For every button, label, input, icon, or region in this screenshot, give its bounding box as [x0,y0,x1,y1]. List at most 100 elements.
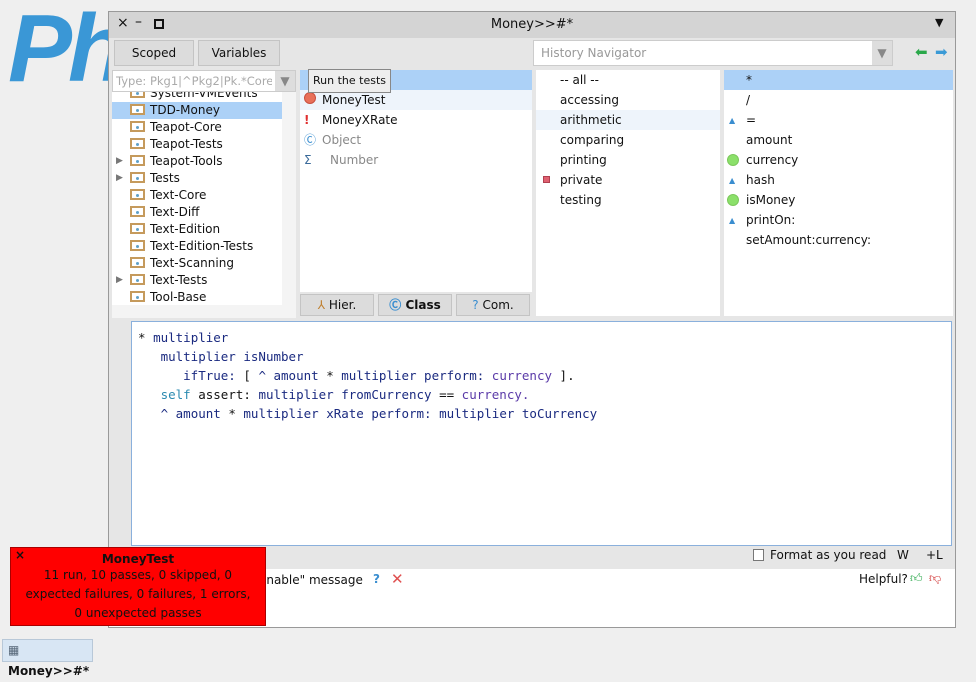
dismiss-icon[interactable]: ✕ [391,570,404,588]
package-item[interactable]: Text-Diff [112,204,282,221]
code-editor[interactable]: * multiplier multiplier isNumber ifTrue:… [131,321,952,546]
package-item[interactable]: ▶ Text-Tests [112,272,282,289]
package-icon [130,138,145,149]
method-item[interactable]: amount [724,130,953,150]
method-item[interactable]: * [724,70,953,90]
test-pass-icon[interactable] [727,194,739,206]
tab-label: Hier. [328,298,357,312]
thumbs-up-icon[interactable]: 👍︎ [910,571,923,586]
package-item[interactable]: Text-Edition-Tests [112,238,282,255]
package-scrollbar[interactable] [282,92,296,305]
protocol-item[interactable]: private [536,170,720,190]
helpful-label: Helpful? [859,572,908,586]
method-item[interactable]: ▲ = [724,110,953,130]
package-label: TDD-Money [150,103,220,117]
package-icon [130,240,145,251]
method-item[interactable]: isMoney [724,190,953,210]
package-label: Text-Tests [150,273,208,287]
method-label: currency [746,153,799,167]
package-icon [130,92,145,98]
method-label: amount [746,133,793,147]
red-circle-icon [304,90,322,110]
forward-arrow-icon[interactable]: ➡ [935,43,948,61]
class-item[interactable]: Σ Number [300,150,532,170]
package-label: Tests [150,171,180,185]
class-icon: Ⓒ [389,298,402,312]
tab-hierarchy[interactable]: ⅄ Hier. [300,294,374,316]
protocol-item[interactable]: comparing [536,130,720,150]
method-item[interactable]: / [724,90,953,110]
taskbar-item[interactable]: ▦ Money>>#* [2,639,93,678]
package-item[interactable]: TDD-Money [112,102,282,119]
protocol-item[interactable]: printing [536,150,720,170]
package-label: Teapot-Core [150,120,222,134]
package-item[interactable]: Text-Scanning [112,255,282,272]
popup-body: 11 run, 10 passes, 0 skipped, 0 expected… [25,568,251,620]
package-item[interactable]: Teapot-Core [112,119,282,136]
title-bar[interactable]: × – Money>>#* ▼ [109,12,955,38]
package-item[interactable]: Text-Edition [112,221,282,238]
package-item[interactable]: System-VMEvents [112,92,282,102]
popup-close-icon[interactable]: × [15,548,25,562]
line-numbers-toggle[interactable]: +L [926,548,943,562]
history-navigator[interactable]: History Navigator ▼ [533,40,893,66]
package-icon [130,274,145,285]
class-item[interactable]: ! MoneyXRate [300,110,532,130]
package-label: Text-Edition-Tests [150,239,254,253]
class-label: MoneyXRate [322,113,398,127]
expand-icon[interactable]: ▶ [116,170,123,187]
test-pass-icon[interactable] [727,154,739,166]
method-item[interactable]: ▲ hash [724,170,953,190]
pharo-logo: Ph [8,0,127,102]
package-item[interactable]: Teapot-Tests [112,136,282,153]
package-item[interactable]: Tool-Base [112,289,282,306]
protocol-label: accessing [560,93,619,107]
scoped-button[interactable]: Scoped [114,40,194,66]
tooltip: Run the tests [308,69,391,93]
method-item[interactable]: currency [724,150,953,170]
protocol-label: arithmetic [560,113,622,127]
protocol-item[interactable]: arithmetic [536,110,720,130]
back-arrow-icon[interactable]: ⬅ [915,43,928,61]
dropdown-icon[interactable]: ▼ [872,41,892,65]
wrap-toggle[interactable]: W [897,548,909,562]
method-label: isMoney [746,193,796,207]
protocol-label: private [560,173,603,187]
protocol-item[interactable]: -- all -- [536,70,720,90]
window-menu-icon[interactable]: ▼ [935,16,943,29]
package-item[interactable]: ▶ Tests [112,170,282,187]
class-item[interactable]: Ⓒ Object [300,130,532,150]
class-item[interactable]: MoneyTest [300,90,532,110]
help-question-icon[interactable]: ? [373,572,380,586]
method-item[interactable]: setAmount:currency: [724,230,953,250]
filter-dropdown-icon[interactable]: ▼ [275,71,295,91]
variables-button[interactable]: Variables [198,40,280,66]
thumbs-down-icon[interactable]: 👎︎ [929,571,941,586]
package-icon [130,291,145,302]
package-filter-input[interactable]: Type: Pkg1|^Pkg2|Pk.*Core$ ▼ [112,70,296,92]
package-item[interactable]: ▶ Teapot-Tools [112,153,282,170]
package-icon [130,121,145,132]
override-marker-icon [543,176,550,183]
expand-icon[interactable]: ▶ [116,153,123,170]
code-line: multiplier isNumber [160,349,304,364]
tab-label: Com. [482,298,514,312]
class-label: MoneyTest [322,93,386,107]
expand-icon[interactable]: ▶ [116,272,123,289]
tab-class[interactable]: Ⓒ Class [378,294,452,316]
code-line: * multiplier [138,330,229,345]
package-item[interactable]: Text-Core [112,187,282,204]
method-item[interactable]: ▲ printOn: [724,210,953,230]
help-text: onable" message [259,573,363,587]
package-hscrollbar[interactable] [112,305,296,318]
protocol-item[interactable]: accessing [536,90,720,110]
method-label: printOn: [746,213,796,227]
code-line: ifTrue: [ ^ amount * multiplier perform:… [183,368,575,383]
code-line: ^ amount * multiplier xRate perform: mul… [160,406,598,421]
format-checkbox[interactable] [753,549,764,561]
method-label: hash [746,173,775,187]
protocol-item[interactable]: testing [536,190,720,210]
package-label: Text-Core [150,188,207,202]
tab-comment[interactable]: ? Com. [456,294,530,316]
override-up-icon: ▲ [729,216,736,225]
